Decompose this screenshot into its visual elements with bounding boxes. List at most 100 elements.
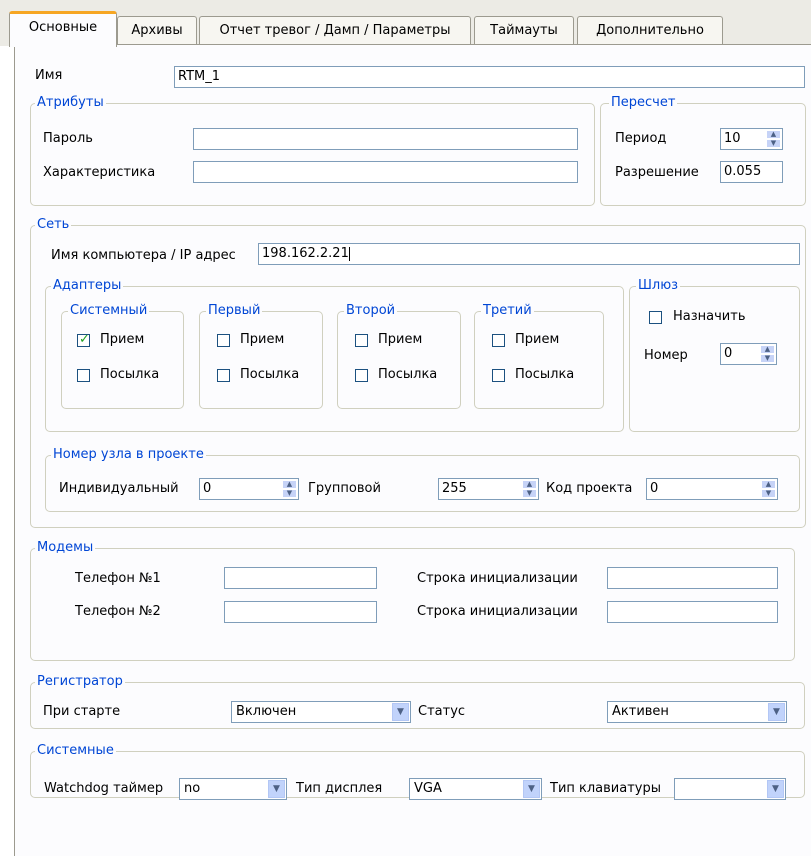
- tab-timeouts[interactable]: Таймауты: [474, 16, 574, 44]
- system-group: Системные Watchdog таймер no ▼ Тип диспл…: [30, 743, 805, 800]
- adapter-second-receive-label: Прием: [378, 332, 423, 347]
- spin-down-icon[interactable]: ▼: [522, 489, 537, 498]
- adapter-third-receive-checkbox[interactable]: [492, 334, 505, 347]
- individual-spinner[interactable]: 0 ▲ ▼: [199, 478, 299, 500]
- resolution-input[interactable]: 0.055: [720, 161, 783, 183]
- password-input[interactable]: [193, 128, 578, 150]
- group-spinner[interactable]: 255 ▲ ▼: [438, 478, 539, 500]
- tab-main[interactable]: Основные: [9, 11, 117, 47]
- host-value: 198.162.2.21: [262, 246, 349, 261]
- characteristic-label: Характеристика: [43, 165, 156, 180]
- period-label: Период: [615, 131, 667, 146]
- adapter-third-group: Третий Прием Посылка: [474, 303, 604, 409]
- chevron-down-icon[interactable]: ▼: [768, 703, 785, 721]
- name-input[interactable]: RTM_1: [174, 66, 805, 88]
- spin-down-icon[interactable]: ▼: [282, 489, 297, 498]
- adapters-group: Адаптеры Системный ✓ Прием Посылка Первы…: [45, 278, 624, 432]
- project-value: 0: [650, 481, 659, 496]
- spin-down-icon[interactable]: ▼: [760, 354, 775, 363]
- project-label: Код проекта: [546, 481, 633, 496]
- system-title: Системные: [35, 743, 116, 759]
- adapter-first-group: Первый Прием Посылка: [199, 303, 323, 409]
- chevron-down-icon[interactable]: ▼: [392, 703, 409, 721]
- attributes-title: Атрибуты: [35, 95, 106, 111]
- status-label: Статус: [418, 704, 466, 719]
- tab-panel: Имя RTM_1 Атрибуты Пароль Характеристика…: [14, 44, 811, 856]
- phone2-label: Телефон №2: [75, 604, 161, 619]
- adapter-third-receive-label: Прием: [515, 332, 560, 347]
- adapter-system-title: Системный: [68, 303, 150, 319]
- node-title: Номер узла в проекте: [51, 447, 206, 463]
- chevron-down-icon[interactable]: ▼: [523, 780, 540, 798]
- gateway-number-label: Номер: [644, 348, 688, 363]
- adapter-third-send-checkbox[interactable]: [492, 369, 505, 382]
- display-select[interactable]: VGA ▼: [409, 778, 542, 800]
- recorder-title: Регистратор: [35, 674, 125, 690]
- name-label: Имя: [35, 68, 63, 83]
- chevron-down-icon[interactable]: ▼: [767, 780, 784, 798]
- adapter-second-receive-checkbox[interactable]: [355, 334, 368, 347]
- network-title: Сеть: [35, 217, 72, 233]
- group-spin-buttons[interactable]: ▲ ▼: [522, 480, 537, 498]
- spin-up-icon[interactable]: ▲: [282, 480, 297, 489]
- init1-input[interactable]: [607, 567, 778, 589]
- adapter-second-send-checkbox[interactable]: [355, 369, 368, 382]
- gateway-group: Шлюз Назначить Номер 0 ▲ ▼: [629, 278, 800, 432]
- recalc-group: Пересчет Период 10 ▲ ▼ Разрешение 0.055: [600, 95, 806, 206]
- adapter-first-send-label: Посылка: [240, 367, 300, 382]
- chevron-down-icon[interactable]: ▼: [268, 780, 285, 798]
- display-label: Тип дисплея: [296, 781, 383, 796]
- spin-up-icon[interactable]: ▲: [766, 130, 781, 139]
- period-spinner[interactable]: 10 ▲ ▼: [720, 128, 783, 150]
- startup-select[interactable]: Включен ▼: [231, 701, 411, 723]
- tab-bar: Основные Архивы Отчет тревог / Дамп / Па…: [0, 0, 811, 47]
- adapter-system-send-checkbox[interactable]: [77, 369, 90, 382]
- gateway-assign-checkbox[interactable]: [649, 311, 662, 324]
- spin-up-icon[interactable]: ▲: [760, 345, 775, 354]
- adapter-third-title: Третий: [481, 303, 534, 319]
- gateway-number-spinner[interactable]: 0 ▲ ▼: [720, 343, 777, 365]
- phone1-label: Телефон №1: [75, 571, 161, 586]
- gateway-spin-buttons[interactable]: ▲ ▼: [760, 345, 775, 363]
- adapter-system-send-label: Посылка: [100, 367, 160, 382]
- init2-input[interactable]: [607, 601, 778, 623]
- startup-label: При старте: [43, 704, 121, 719]
- adapters-title: Адаптеры: [51, 278, 124, 294]
- resolution-label: Разрешение: [615, 165, 699, 180]
- recalc-title: Пересчет: [609, 95, 678, 111]
- spin-up-icon[interactable]: ▲: [761, 480, 776, 489]
- network-group: Сеть Имя компьютера / IP адрес 198.162.2…: [30, 217, 806, 528]
- keyboard-label: Тип клавиатуры: [550, 781, 662, 796]
- adapter-second-group: Второй Прием Посылка: [337, 303, 461, 409]
- adapter-first-receive-checkbox[interactable]: [217, 334, 230, 347]
- characteristic-input[interactable]: [193, 161, 578, 183]
- gateway-number-value: 0: [724, 346, 733, 361]
- individual-value: 0: [203, 481, 212, 496]
- adapter-second-title: Второй: [344, 303, 398, 319]
- project-spin-buttons[interactable]: ▲ ▼: [761, 480, 776, 498]
- password-label: Пароль: [43, 131, 93, 146]
- host-label: Имя компьютера / IP адрес: [51, 248, 236, 263]
- tab-alarms-dump-params[interactable]: Отчет тревог / Дамп / Параметры: [199, 16, 471, 44]
- spin-down-icon[interactable]: ▼: [766, 139, 781, 148]
- spin-down-icon[interactable]: ▼: [761, 489, 776, 498]
- tab-additional[interactable]: Дополнительно: [577, 16, 723, 44]
- host-input[interactable]: 198.162.2.21: [258, 243, 800, 265]
- phone2-input[interactable]: [224, 601, 377, 623]
- watchdog-value: no: [184, 781, 201, 796]
- spin-up-icon[interactable]: ▲: [522, 480, 537, 489]
- checkmark-icon: ✓: [79, 332, 90, 347]
- tab-archives[interactable]: Архивы: [117, 16, 197, 44]
- individual-spin-buttons[interactable]: ▲ ▼: [282, 480, 297, 498]
- adapter-system-receive-checkbox[interactable]: ✓: [77, 332, 90, 347]
- adapter-first-receive-label: Прием: [240, 332, 285, 347]
- period-value: 10: [724, 131, 741, 146]
- phone1-input[interactable]: [224, 567, 377, 589]
- status-select[interactable]: Активен ▼: [607, 701, 787, 723]
- adapter-first-send-checkbox[interactable]: [217, 369, 230, 382]
- watchdog-select[interactable]: no ▼: [179, 778, 287, 800]
- individual-label: Индивидуальный: [59, 481, 179, 496]
- period-spin-buttons[interactable]: ▲ ▼: [766, 130, 781, 148]
- keyboard-select[interactable]: ▼: [674, 778, 786, 800]
- project-spinner[interactable]: 0 ▲ ▼: [646, 478, 778, 500]
